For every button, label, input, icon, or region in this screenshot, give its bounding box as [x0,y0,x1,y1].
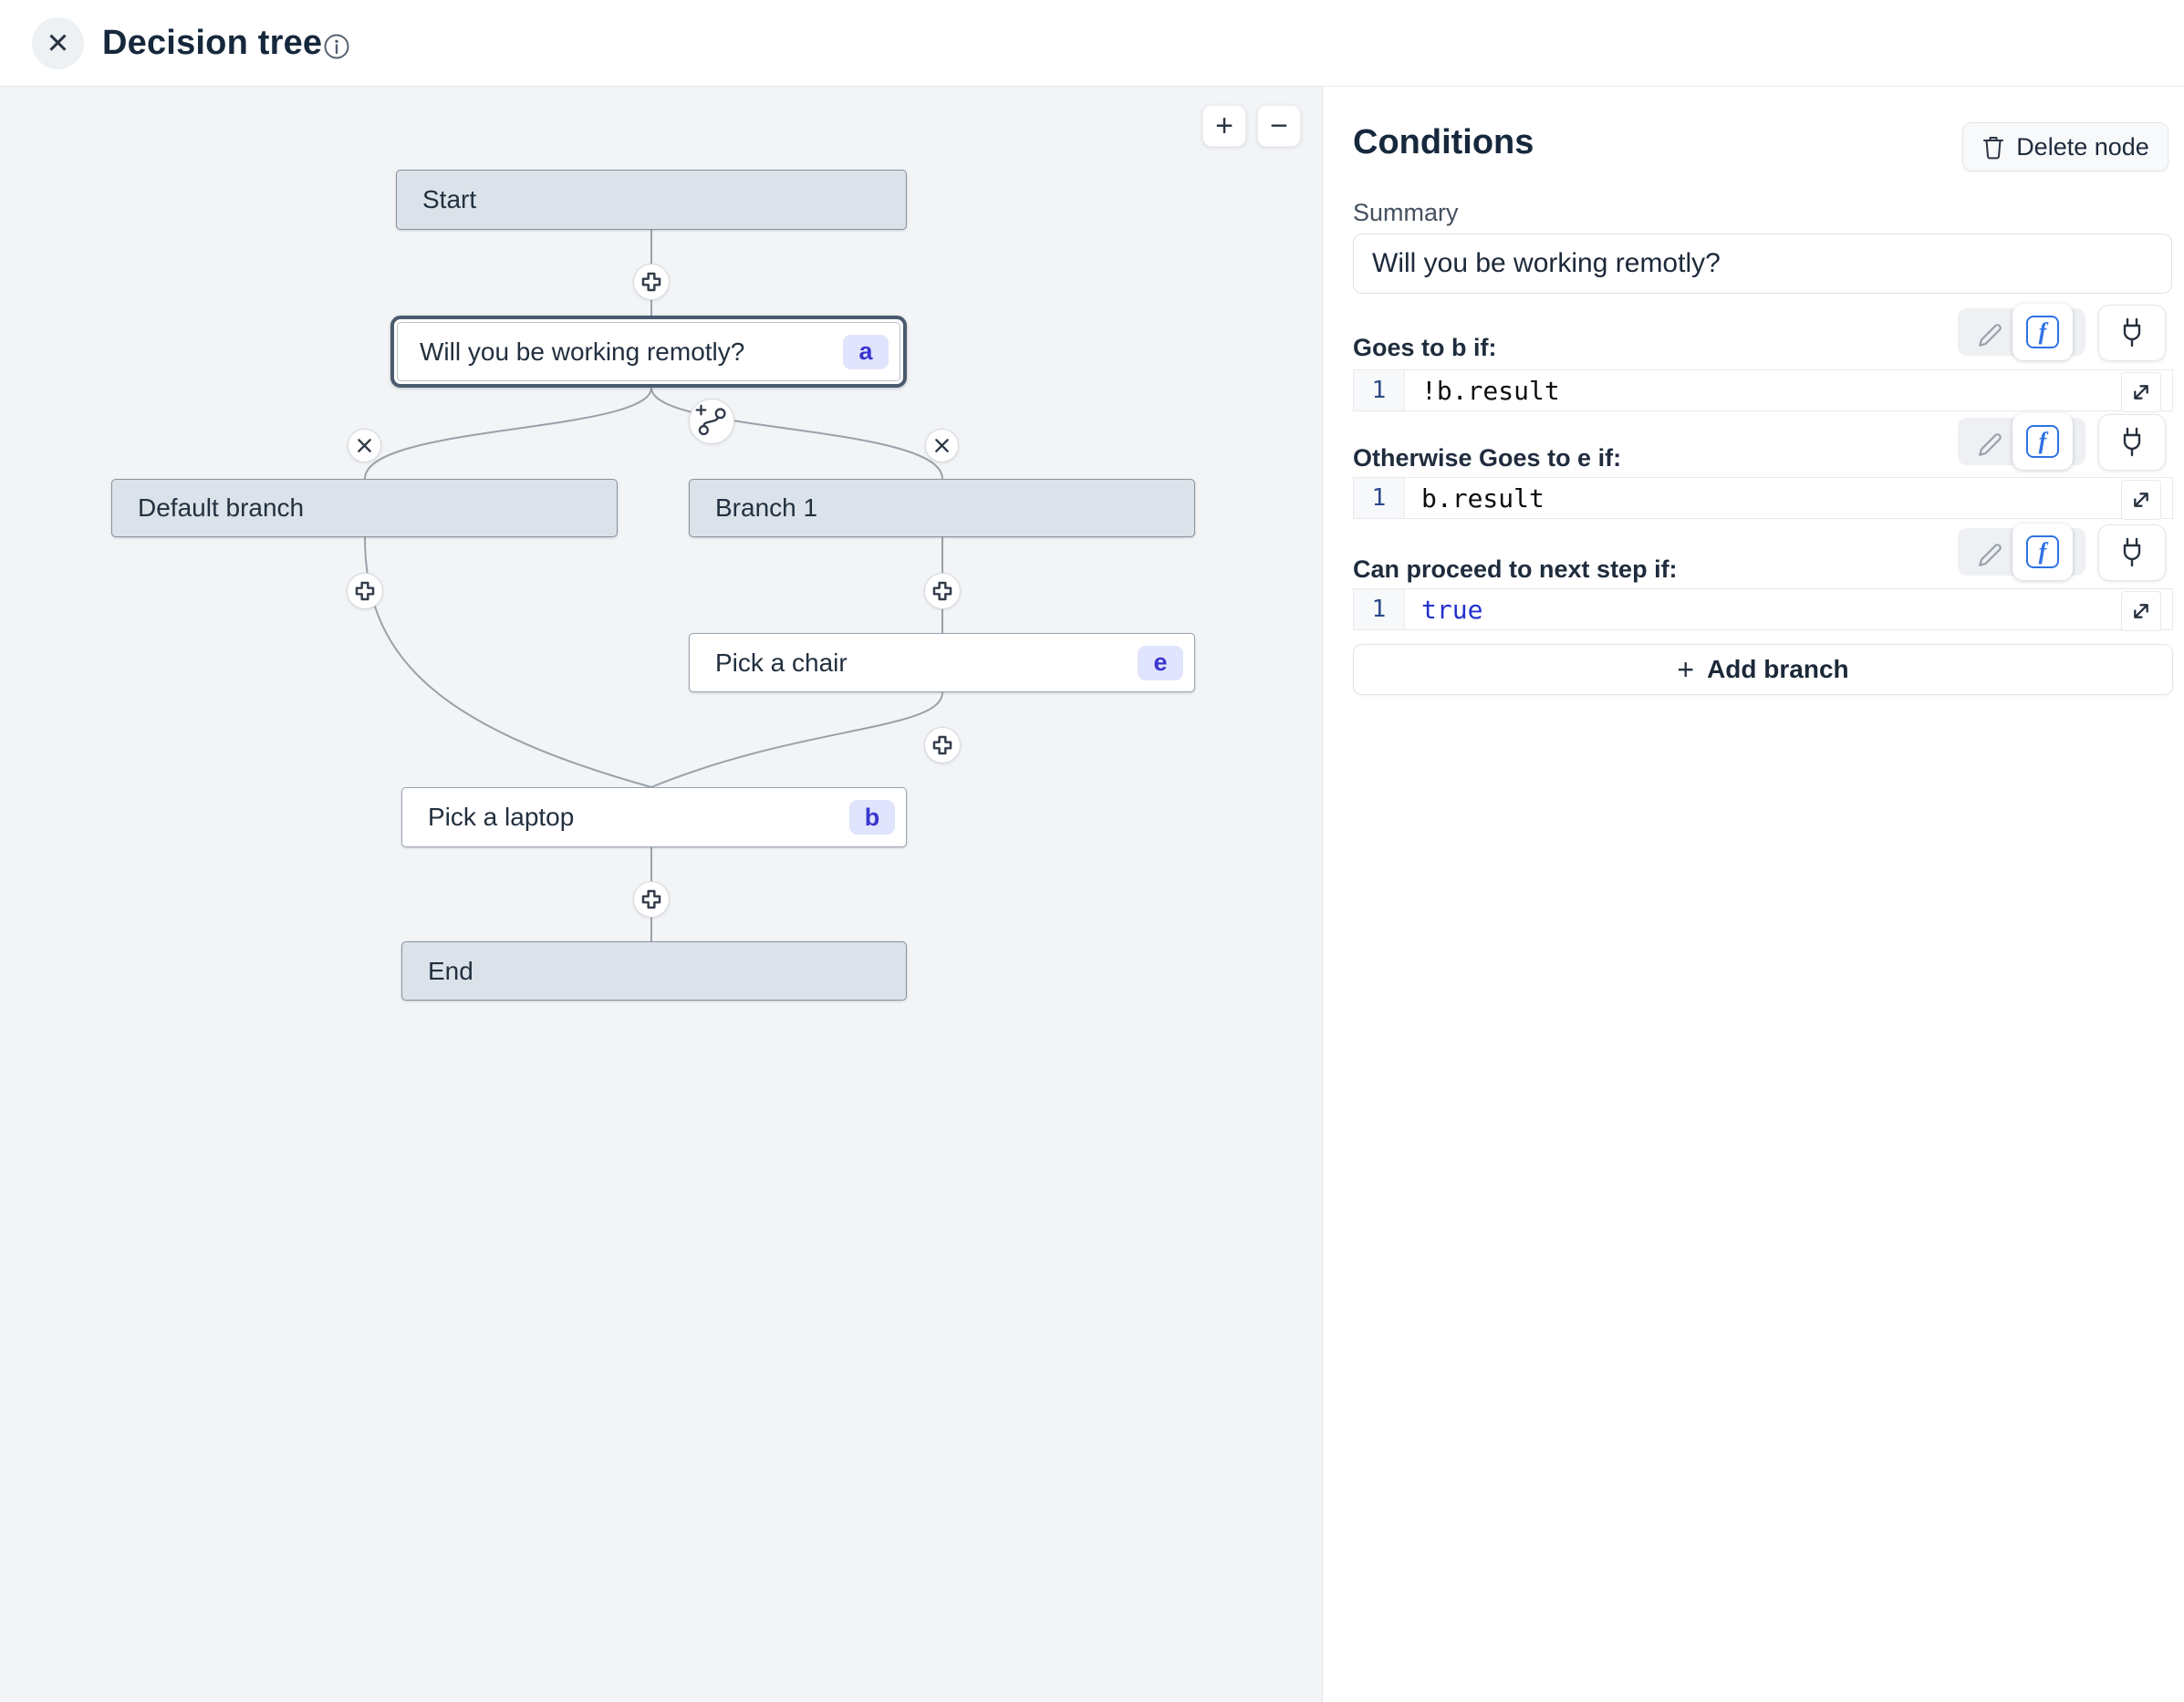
fx-mode-button[interactable]: f [2012,413,2073,470]
code-value: !b.result [1405,370,1560,410]
plug-icon [2116,424,2148,461]
connect-data-button[interactable] [2098,414,2166,471]
add-step-button[interactable] [924,573,961,609]
pencil-icon [1974,317,2005,348]
page-title: Decision tree [102,0,322,87]
decision-tree-editor: ✕ Decision tree + − Start Wi [0,0,2184,1702]
plus-icon [634,264,669,300]
node-default-branch[interactable]: Default branch [111,479,618,537]
summary-label: Summary [1353,199,1459,227]
line-number: 1 [1354,478,1405,518]
plus-icon: + [1677,653,1694,687]
node-end[interactable]: End [401,941,907,1001]
code-value: b.result [1405,478,1544,518]
fx-icon: f [2026,425,2059,458]
node-branch-1[interactable]: Branch 1 [689,479,1195,537]
fx-icon: f [2026,535,2059,568]
close-icon: ✕ [47,27,70,60]
node-label: Pick a chair [715,649,848,678]
fx-icon: f [2026,316,2059,348]
node-start[interactable]: Start [396,170,907,230]
expand-icon [2122,591,2160,631]
condition-label: Can proceed to next step if: [1353,555,1678,584]
add-step-button[interactable] [633,881,670,918]
plus-icon: + [1215,109,1233,144]
line-number: 1 [1354,370,1405,410]
pencil-icon [1974,536,2005,567]
node-question-selected[interactable]: Will you be working remotly? a [390,316,907,388]
minus-icon: − [1270,109,1288,144]
connect-data-button[interactable] [2098,305,2166,361]
remove-branch-button[interactable] [348,429,381,462]
close-button[interactable]: ✕ [32,17,84,69]
editor-mode-toggle: f [1958,528,2085,576]
zoom-out-button[interactable]: − [1257,105,1301,147]
delete-node-label: Delete node [2016,133,2149,161]
expand-icon [2122,372,2160,412]
flow-canvas[interactable]: + − Start Will you be working remotly? a… [0,87,1323,1702]
node-label: Start [422,185,476,214]
condition-label: Goes to b if: [1353,334,1497,362]
node-pick-chair[interactable]: Pick a chair e [689,633,1195,692]
code-editor[interactable]: 1 b.result [1353,477,2173,519]
add-step-button[interactable] [633,264,670,300]
info-icon [323,33,350,60]
delete-node-button[interactable]: Delete node [1962,122,2168,171]
plug-icon [2116,315,2148,351]
plug-icon [2116,534,2148,571]
x-icon [348,429,380,462]
code-value: true [1405,589,1482,629]
plus-icon [925,573,960,609]
node-badge: a [843,335,889,369]
node-badge: b [849,800,895,835]
zoom-in-button[interactable]: + [1202,105,1246,147]
remove-branch-button[interactable] [925,429,959,462]
editor-mode-toggle: f [1958,418,2085,465]
plus-icon [348,573,382,609]
fx-mode-button[interactable]: f [2012,524,2073,580]
node-label: Pick a laptop [428,803,574,832]
panel-title: Conditions [1353,123,1534,162]
summary-input[interactable] [1353,234,2172,294]
expand-editor-button[interactable] [2121,480,2161,520]
add-step-button[interactable] [347,573,383,609]
header: ✕ Decision tree [0,0,2184,87]
plus-icon [925,727,960,763]
add-branch-node-button[interactable] [689,399,734,444]
trash-icon [1981,134,2005,160]
expand-icon [2122,480,2160,520]
expand-editor-button[interactable] [2121,372,2161,412]
node-label: Branch 1 [715,493,817,523]
add-branch-button[interactable]: + Add branch [1353,644,2173,695]
fx-mode-button[interactable]: f [2012,304,2073,360]
condition-label: Otherwise Goes to e if: [1353,444,1621,472]
node-pick-laptop[interactable]: Pick a laptop b [401,787,907,847]
conditions-panel: Conditions Delete node Summary Goes to b… [1323,87,2184,1702]
code-editor[interactable]: 1 true [1353,588,2173,630]
branch-icon [690,399,733,444]
plus-icon [634,881,669,918]
expand-editor-button[interactable] [2121,591,2161,631]
node-badge: e [1138,646,1183,680]
node-label: Default branch [138,493,304,523]
node-label: Will you be working remotly? [420,337,744,367]
x-icon [926,429,958,462]
line-number: 1 [1354,589,1405,629]
add-branch-label: Add branch [1707,655,1849,684]
add-step-button[interactable] [924,727,961,763]
node-label: End [428,957,473,986]
editor-mode-toggle: f [1958,308,2085,356]
connect-data-button[interactable] [2098,524,2166,581]
code-editor[interactable]: 1 !b.result [1353,369,2173,411]
pencil-icon [1974,426,2005,457]
